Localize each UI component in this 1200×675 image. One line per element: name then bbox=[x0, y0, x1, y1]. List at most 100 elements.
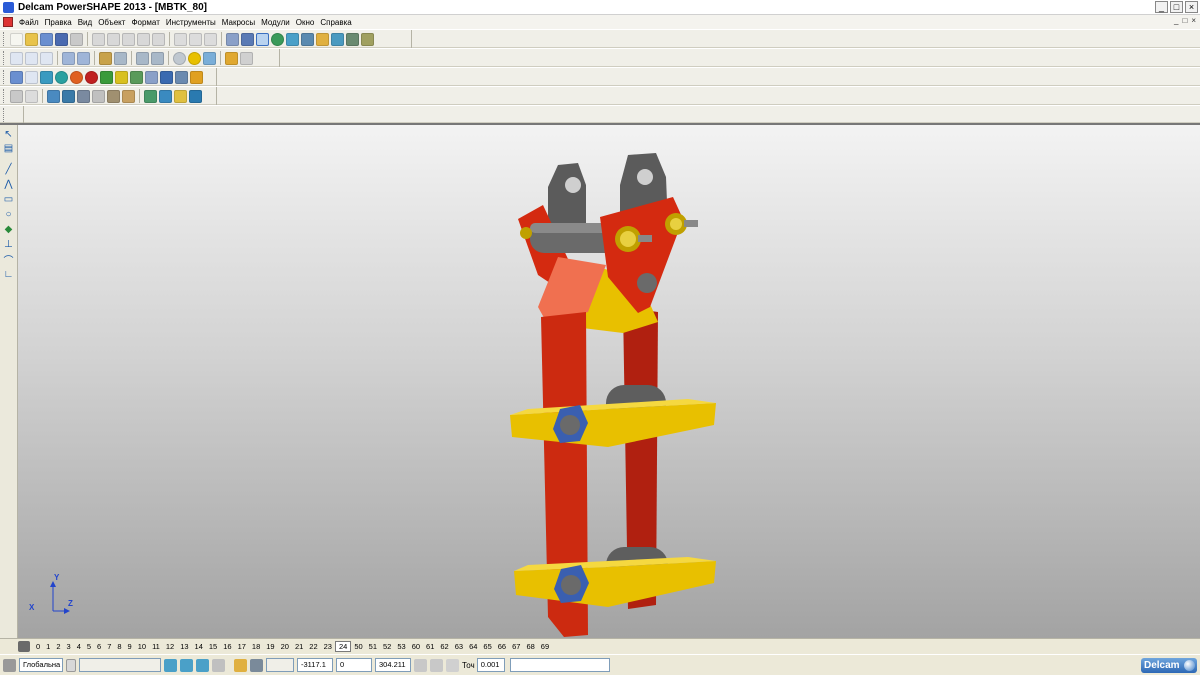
command-input[interactable] bbox=[509, 658, 610, 672]
dimension-icon[interactable]: ⊥ bbox=[2, 238, 15, 250]
solid-cone-icon[interactable] bbox=[100, 70, 113, 84]
zoom-in-icon[interactable] bbox=[136, 51, 149, 65]
document-icon[interactable] bbox=[3, 17, 13, 27]
solid-shell-icon[interactable] bbox=[145, 70, 158, 84]
menu-object[interactable]: Объект bbox=[95, 18, 128, 27]
level-item[interactable]: 68 bbox=[523, 642, 537, 651]
surface-offset-icon[interactable] bbox=[144, 89, 157, 103]
curve-icon[interactable] bbox=[286, 32, 299, 46]
lights-icon[interactable] bbox=[225, 51, 238, 65]
level-item[interactable]: 4 bbox=[74, 642, 84, 651]
level-item[interactable]: 50 bbox=[351, 642, 365, 651]
menu-edit[interactable]: Правка bbox=[42, 18, 75, 27]
units-select[interactable] bbox=[79, 658, 161, 672]
repeat-icon[interactable] bbox=[204, 32, 217, 46]
level-item[interactable]: 7 bbox=[104, 642, 114, 651]
menu-macros[interactable]: Макросы bbox=[219, 18, 258, 27]
surface-split-icon[interactable] bbox=[189, 89, 202, 103]
eraser-icon[interactable] bbox=[137, 32, 150, 46]
new-file-icon[interactable] bbox=[10, 32, 23, 46]
level-item[interactable]: 19 bbox=[263, 642, 277, 651]
solid-new-icon[interactable] bbox=[25, 70, 38, 84]
toolbar-grip[interactable] bbox=[3, 70, 6, 84]
close-button[interactable]: × bbox=[1185, 1, 1198, 13]
level-item[interactable]: 17 bbox=[235, 642, 249, 651]
import-icon[interactable] bbox=[40, 32, 53, 46]
level-item[interactable]: 12 bbox=[163, 642, 177, 651]
level-item[interactable]: 23 bbox=[321, 642, 335, 651]
tolerance-icon[interactable] bbox=[446, 658, 459, 672]
solid-torus-icon[interactable] bbox=[70, 70, 83, 84]
surface-fillet-icon[interactable] bbox=[174, 89, 187, 103]
level-item[interactable]: 1 bbox=[43, 642, 53, 651]
shaded-icon[interactable] bbox=[188, 51, 201, 65]
level-item[interactable]: 21 bbox=[292, 642, 306, 651]
level-item[interactable]: 9 bbox=[125, 642, 135, 651]
surface-cross-icon[interactable] bbox=[25, 89, 38, 103]
level-item[interactable]: 51 bbox=[366, 642, 380, 651]
level-item[interactable]: 6 bbox=[94, 642, 104, 651]
level-item[interactable]: 3 bbox=[64, 642, 74, 651]
surface-plane-icon[interactable] bbox=[10, 89, 23, 103]
level-item[interactable]: 15 bbox=[206, 642, 220, 651]
solid-fillet-icon[interactable] bbox=[160, 70, 173, 84]
level-item[interactable]: 60 bbox=[409, 642, 423, 651]
menu-file[interactable]: Файл bbox=[16, 18, 42, 27]
levels-icon[interactable] bbox=[18, 641, 30, 652]
coordinate-z-field[interactable]: 304.211 bbox=[375, 658, 411, 672]
level-item[interactable]: 52 bbox=[380, 642, 394, 651]
minimize-button[interactable]: _ bbox=[1155, 1, 1168, 13]
level-item[interactable]: 24 bbox=[334, 641, 352, 652]
save-icon[interactable] bbox=[55, 32, 68, 46]
tools-icon[interactable] bbox=[361, 32, 374, 46]
level-item[interactable]: 64 bbox=[466, 642, 480, 651]
workplane-select[interactable]: Глобальна bbox=[19, 658, 63, 672]
surface-trim-icon[interactable] bbox=[159, 89, 172, 103]
zoom-out-icon[interactable] bbox=[151, 51, 164, 65]
view-front-icon[interactable] bbox=[10, 51, 23, 65]
solid-block-icon[interactable] bbox=[10, 70, 23, 84]
grid-lock-icon[interactable] bbox=[180, 658, 193, 672]
surface-blend-icon[interactable] bbox=[122, 89, 135, 103]
assembly-icon[interactable] bbox=[346, 32, 359, 46]
solid-sphere-icon[interactable] bbox=[55, 70, 68, 84]
coordinate-copy-icon[interactable] bbox=[414, 658, 427, 672]
coordinate-x-field[interactable]: -3117.1 bbox=[297, 658, 333, 672]
solid-toolbar-icon[interactable] bbox=[316, 32, 329, 46]
level-item[interactable]: 22 bbox=[306, 642, 320, 651]
solid-extrude-icon[interactable] bbox=[40, 70, 53, 84]
grid-snap-icon[interactable] bbox=[164, 658, 177, 672]
solid-pattern-icon[interactable] bbox=[190, 70, 203, 84]
level-item[interactable]: 0 bbox=[33, 642, 43, 651]
grid-value-field[interactable] bbox=[266, 658, 294, 672]
shaded-edges-icon[interactable] bbox=[203, 51, 216, 65]
surface-fill-icon[interactable] bbox=[92, 89, 105, 103]
menu-modules[interactable]: Модули bbox=[258, 18, 293, 27]
print-icon[interactable] bbox=[70, 32, 83, 46]
surface-network-icon[interactable] bbox=[107, 89, 120, 103]
grid-view-icon[interactable] bbox=[196, 658, 209, 672]
toolbar-grip[interactable] bbox=[3, 108, 6, 122]
smart-cursor-icon[interactable] bbox=[234, 658, 247, 672]
toolbar-grip[interactable] bbox=[3, 51, 6, 65]
level-item[interactable]: 5 bbox=[84, 642, 94, 651]
level-item[interactable]: 11 bbox=[149, 642, 163, 651]
zoom-icon[interactable] bbox=[114, 51, 127, 65]
measure-icon[interactable] bbox=[241, 32, 254, 46]
surface-revolve-icon[interactable] bbox=[62, 89, 75, 103]
surface-extrude-icon[interactable] bbox=[47, 89, 60, 103]
grid-icon[interactable] bbox=[250, 658, 263, 672]
level-item[interactable]: 8 bbox=[114, 642, 124, 651]
level-item[interactable]: 61 bbox=[423, 642, 437, 651]
wireframe-icon[interactable] bbox=[271, 32, 284, 46]
level-item[interactable]: 63 bbox=[452, 642, 466, 651]
bracket-assembly-model[interactable] bbox=[488, 147, 728, 637]
tolerance-field[interactable]: 0.001 bbox=[476, 658, 505, 672]
arc-icon[interactable]: ⌒ bbox=[2, 253, 15, 267]
rectangle-icon[interactable]: ▭ bbox=[2, 193, 15, 205]
chevron-down-icon[interactable] bbox=[66, 658, 76, 672]
snap-settings-icon[interactable] bbox=[212, 658, 225, 672]
maximize-button[interactable]: □ bbox=[1170, 1, 1183, 13]
mdi-close-button[interactable]: × bbox=[1191, 16, 1196, 25]
view-top-icon[interactable] bbox=[62, 51, 75, 65]
